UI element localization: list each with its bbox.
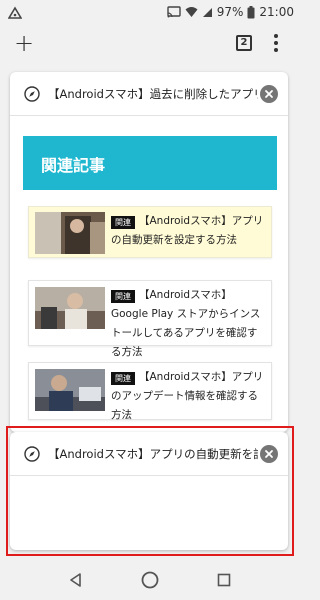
close-tab-icon[interactable] — [260, 85, 278, 103]
system-navigation-bar — [0, 560, 300, 600]
battery-percent: 97% — [216, 5, 244, 19]
home-icon[interactable] — [140, 570, 160, 590]
article-title: 【Androidスマホ】Google Play ストアからインストールしてあるア… — [111, 289, 261, 358]
compass-icon — [24, 86, 40, 102]
notification-icon — [7, 5, 23, 19]
wifi-icon — [185, 6, 198, 18]
related-heading-text: 関連記事 — [41, 156, 106, 175]
back-icon[interactable] — [66, 570, 86, 590]
recents-icon[interactable] — [214, 570, 234, 590]
signal-icon — [202, 6, 213, 18]
battery-icon — [247, 5, 255, 19]
related-article[interactable]: 関連 【Androidスマホ】アプリのアップデート情報を確認する方法 — [28, 362, 272, 421]
related-article[interactable]: 関連 【Androidスマホ】アプリの自動更新を設定する方法 — [28, 206, 272, 258]
cast-icon — [167, 6, 181, 18]
tab-header: 【Androidスマホ】過去に削除したアプリを再インストールする方法 — [10, 72, 288, 116]
article-thumbnail — [35, 369, 105, 411]
tab-count-button[interactable]: 2 — [236, 35, 252, 51]
related-articles-heading: 関連記事 — [23, 136, 277, 190]
tab-card[interactable]: 【Androidスマホ】過去に削除したアプリを再インストールする方法 関連記事 … — [10, 72, 288, 432]
tab-switcher-toolbar: + 2 — [0, 24, 300, 64]
article-title: 【Androidスマホ】アプリの自動更新を設定する方法 — [111, 215, 264, 246]
new-tab-plus-icon[interactable]: + — [12, 31, 36, 55]
more-options-icon[interactable] — [270, 32, 282, 54]
article-thumbnail — [35, 212, 105, 254]
article-title: 【Androidスマホ】アプリのアップデート情報を確認する方法 — [111, 371, 264, 421]
tab-title: 【Androidスマホ】過去に削除したアプリを再インストールする方法 — [48, 87, 258, 101]
status-bar: 97% 21:00 — [0, 0, 300, 24]
clock: 21:00 — [259, 5, 294, 19]
article-thumbnail — [35, 287, 105, 329]
related-article[interactable]: 関連 【Androidスマホ】Google Play ストアからインストールして… — [28, 280, 272, 358]
highlight-frame — [6, 426, 294, 556]
